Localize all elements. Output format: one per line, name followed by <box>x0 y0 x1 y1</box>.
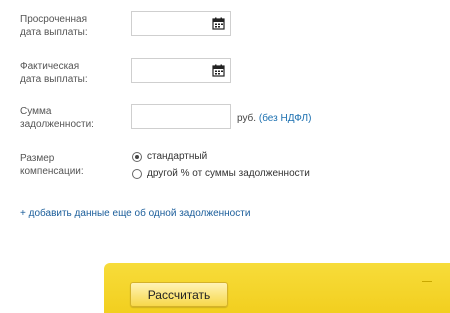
overdue-date-label-line1: Просроченная <box>20 14 88 25</box>
debt-sum-label: Сумма задолженности: <box>20 106 94 131</box>
debt-sum-label-line1: Сумма <box>20 106 52 117</box>
compensation-label-line2: компенсации: <box>20 165 84 177</box>
radio-option-standard[interactable]: стандартный <box>132 151 207 162</box>
debt-sum-input[interactable] <box>131 104 231 129</box>
calendar-icon[interactable] <box>212 17 225 30</box>
radio-label: другой % от суммы задолженности <box>147 168 310 179</box>
overdue-date-label: Просроченная дата выплаты: <box>20 14 88 39</box>
compensation-label-line1: Размер <box>20 153 55 164</box>
add-debt-link[interactable]: + добавить данные еще об одной задолженн… <box>20 208 250 219</box>
calculate-button[interactable]: Рассчитать <box>130 282 228 307</box>
currency-label: руб. <box>237 113 257 124</box>
debt-sum-label-line2: задолженности: <box>20 118 94 130</box>
actual-date-input[interactable] <box>131 58 231 83</box>
actual-date-label: Фактическая дата выплаты: <box>20 61 88 86</box>
calendar-icon[interactable] <box>212 64 225 77</box>
overdue-date-input[interactable] <box>131 11 231 36</box>
ndfl-note: (без НДФЛ) <box>258 113 312 124</box>
actual-date-label-line2: дата выплаты: <box>20 73 88 85</box>
radio-button[interactable] <box>132 151 142 162</box>
radio-label: стандартный <box>147 151 208 162</box>
actual-date-label-line1: Фактическая <box>20 61 80 72</box>
radio-option-other[interactable]: другой % от суммы задолженности <box>132 168 310 179</box>
radio-button[interactable] <box>132 168 142 179</box>
calculate-panel: Рассчитать <box>104 263 450 313</box>
debt-sum-suffix: руб. (без НДФЛ) <box>237 113 311 124</box>
overdue-date-label-line2: дата выплаты: <box>20 26 88 38</box>
panel-divider <box>422 281 432 282</box>
compensation-label: Размер компенсации: <box>20 153 84 178</box>
